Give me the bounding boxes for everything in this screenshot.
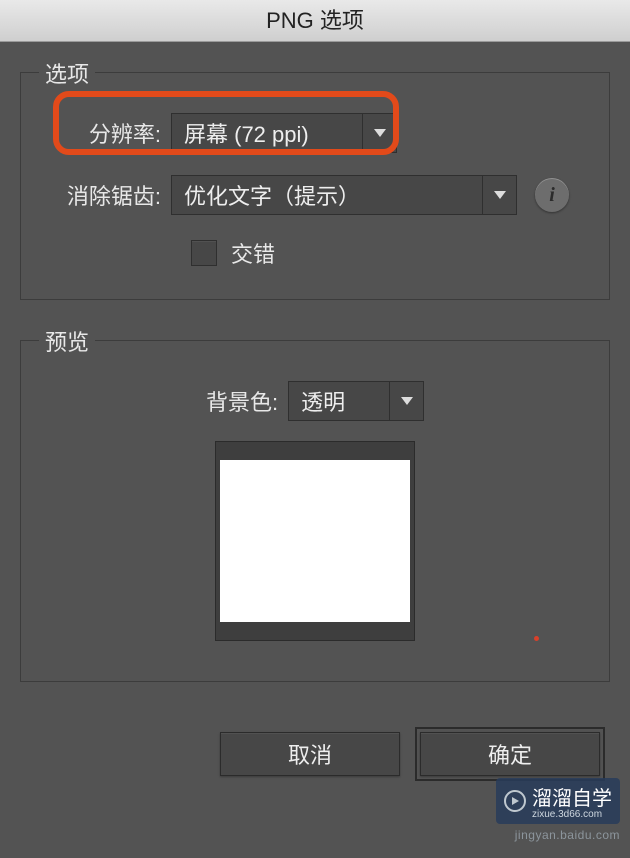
bgcolor-dropdown[interactable]: 透明 [288, 381, 424, 421]
bgcolor-label: 背景色: [206, 385, 278, 417]
chevron-down-icon[interactable] [482, 176, 516, 214]
resolution-row: 分辨率: 屏幕 (72 ppi) [51, 113, 579, 153]
options-group: 选项 分辨率: 屏幕 (72 ppi) 消除锯齿: 优化文字（提示） i [20, 72, 610, 300]
preview-group: 预览 背景色: 透明 [20, 340, 610, 682]
cancel-button[interactable]: 取消 [220, 732, 400, 776]
window-title: PNG 选项 [0, 0, 630, 42]
ok-button[interactable]: 确定 [420, 732, 600, 776]
interlaced-checkbox[interactable] [191, 240, 217, 266]
antialias-row: 消除锯齿: 优化文字（提示） i [51, 175, 579, 215]
red-dot [534, 636, 539, 641]
resolution-label: 分辨率: [51, 117, 161, 149]
chevron-down-icon[interactable] [389, 382, 423, 420]
options-group-label: 选项 [39, 57, 95, 89]
preview-thumbnail-frame [215, 441, 415, 641]
bgcolor-value: 透明 [289, 382, 389, 420]
resolution-dropdown[interactable]: 屏幕 (72 ppi) [171, 113, 397, 153]
info-icon[interactable]: i [535, 178, 569, 212]
antialias-dropdown[interactable]: 优化文字（提示） [171, 175, 517, 215]
interlaced-label: 交错 [231, 237, 275, 269]
dialog-content: 选项 分辨率: 屏幕 (72 ppi) 消除锯齿: 优化文字（提示） i [0, 42, 630, 796]
button-row: 取消 确定 [20, 722, 610, 776]
antialias-label: 消除锯齿: [51, 179, 161, 211]
antialias-value: 优化文字（提示） [172, 176, 482, 214]
bgcolor-row: 背景色: 透明 [51, 381, 579, 421]
interlaced-row: 交错 [191, 237, 579, 269]
watermark-domain: zixue.3d66.com [532, 809, 612, 820]
chevron-down-icon[interactable] [362, 114, 396, 152]
resolution-value: 屏幕 (72 ppi) [172, 114, 362, 152]
preview-group-label: 预览 [39, 325, 95, 357]
watermark-url: jingyan.baidu.com [515, 828, 620, 842]
preview-thumbnail [220, 460, 410, 622]
